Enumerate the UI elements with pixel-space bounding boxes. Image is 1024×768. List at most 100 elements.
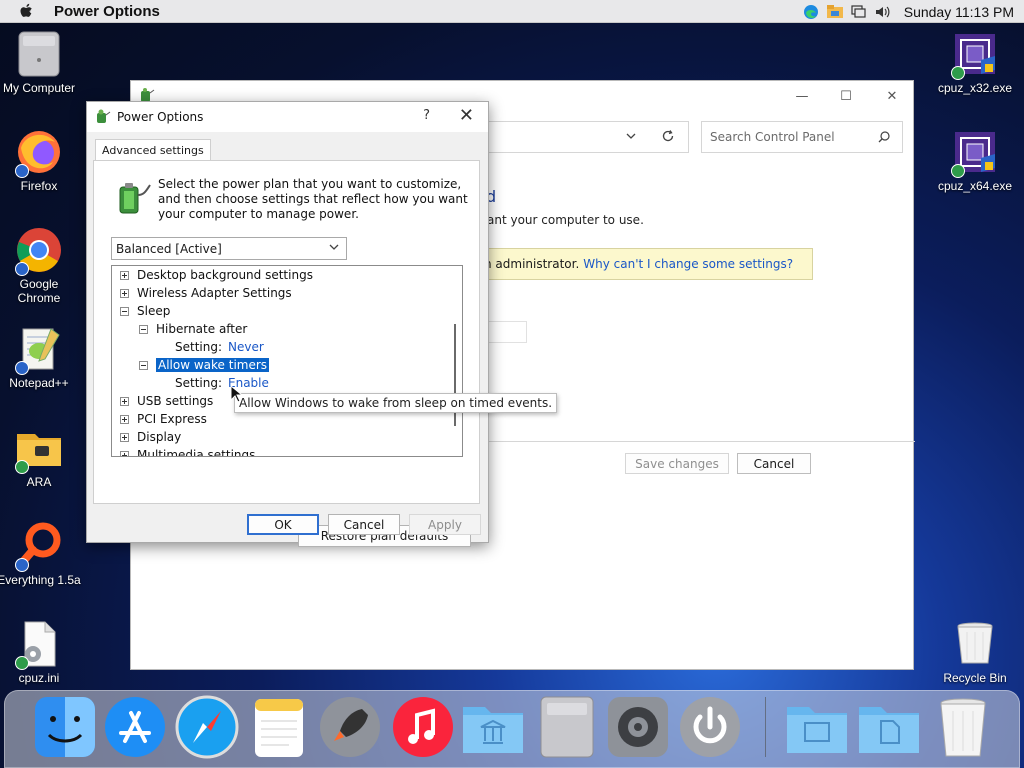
desktop-icon-label: Recycle Bin xyxy=(943,671,1007,685)
tree-item-label: Hibernate after xyxy=(156,322,248,336)
power-options-dialog: Power Options ? ✕ Advanced settings Sele… xyxy=(86,101,489,547)
music-icon[interactable] xyxy=(391,695,455,759)
tree-scrollbar[interactable] xyxy=(448,266,462,456)
power-plan-select[interactable]: Balanced [Active] xyxy=(111,237,347,260)
desktop-icon-firefox[interactable]: Firefox xyxy=(0,128,81,193)
intro-text: Select the power plan that you want to c… xyxy=(158,177,468,221)
close-button[interactable]: ✕ xyxy=(459,105,474,126)
ok-button[interactable]: OK xyxy=(247,514,319,535)
desktop-icon-label: Firefox xyxy=(20,179,58,193)
tab-advanced-settings[interactable]: Advanced settings xyxy=(95,139,211,161)
desktop-icon-google-chrome[interactable]: Google Chrome xyxy=(0,226,81,305)
launchpad-icon[interactable] xyxy=(318,695,382,759)
collapse-icon[interactable] xyxy=(139,360,148,370)
expand-icon[interactable] xyxy=(120,414,129,424)
menu-extras: Sunday 11:13 PM xyxy=(802,0,1014,23)
collapse-icon[interactable] xyxy=(139,324,148,334)
system-preferences-icon[interactable] xyxy=(606,695,670,759)
menubar-clock[interactable]: Sunday 11:13 PM xyxy=(904,4,1014,20)
hibernate-setting-value[interactable]: Never xyxy=(228,340,264,354)
notes-icon[interactable] xyxy=(247,695,311,759)
file-explorer-icon[interactable] xyxy=(826,4,844,20)
menu-bar: Power Options Sunday 11:13 PM xyxy=(0,0,1024,23)
tree-item-hibernate-after[interactable]: Hibernate after xyxy=(139,320,247,338)
address-bar[interactable] xyxy=(471,121,689,153)
tree-item-allow-wake-timers[interactable]: Allow wake timers xyxy=(139,356,270,374)
safari-icon[interactable] xyxy=(175,695,239,759)
app-store-icon[interactable] xyxy=(103,695,167,759)
refresh-icon[interactable] xyxy=(661,129,675,146)
tree-item-label: Sleep xyxy=(137,304,171,318)
shortcut-arrow-icon xyxy=(15,558,29,572)
dock-separator xyxy=(765,697,766,757)
apply-button[interactable]: Apply xyxy=(409,514,481,535)
desktop-icon-my-computer[interactable]: My Computer xyxy=(0,30,81,95)
finder-icon[interactable] xyxy=(33,695,97,759)
desktop-icon-everything[interactable]: Everything 1.5a xyxy=(0,522,81,587)
edge-icon[interactable] xyxy=(802,4,820,20)
chevron-down-icon[interactable] xyxy=(625,130,637,145)
expand-icon[interactable] xyxy=(120,432,129,442)
dock xyxy=(4,690,1020,768)
desktop-icon-cpuz-x64[interactable]: cpuz_x64.exe xyxy=(933,128,1017,193)
setting-label: Setting: xyxy=(175,340,223,354)
tree-item-display[interactable]: Display xyxy=(120,428,181,446)
desktop-icon-cpuz-x32[interactable]: cpuz_x32.exe xyxy=(933,30,1017,95)
power-options-icon xyxy=(95,108,111,127)
collapse-icon[interactable] xyxy=(120,306,129,316)
wake-timers-tooltip: Allow Windows to wake from sleep on time… xyxy=(234,393,558,413)
minimize-button[interactable]: — xyxy=(787,85,817,107)
desktop-icon-recycle-bin[interactable]: Recycle Bin xyxy=(933,620,1017,685)
info-text: n administrator. xyxy=(484,257,580,271)
documents-folder-icon[interactable] xyxy=(785,695,849,759)
desktop-icon-notepad-plus-plus[interactable]: Notepad++ xyxy=(0,325,81,390)
tree-item-sleep[interactable]: Sleep xyxy=(120,302,170,320)
dialog-titlebar: Power Options ? ✕ xyxy=(87,102,488,132)
mouse-pointer-icon xyxy=(230,384,244,406)
page-description: ant your computer to use. xyxy=(487,213,644,227)
network-icon[interactable] xyxy=(850,4,868,20)
desktop-icon-ara[interactable]: ARA xyxy=(0,424,81,489)
applications-folder-icon[interactable] xyxy=(461,695,525,759)
desktop-icon-cpuz-ini[interactable]: cpuz.ini xyxy=(0,620,81,685)
desktop-icon-label: ARA xyxy=(26,475,52,489)
tree-item-wireless-adapter[interactable]: Wireless Adapter Settings xyxy=(120,284,292,302)
volume-icon[interactable] xyxy=(874,4,892,20)
tree-item-label: Display xyxy=(137,430,182,444)
desktop-icon-label: Notepad++ xyxy=(9,376,69,390)
admin-info-bar: n administrator. Why can't I change some… xyxy=(471,248,813,280)
expand-icon[interactable] xyxy=(120,396,129,406)
power-icon[interactable] xyxy=(678,695,742,759)
help-button[interactable]: ? xyxy=(423,108,430,123)
tree-item-usb-settings[interactable]: USB settings xyxy=(120,392,213,410)
app-menu-title[interactable]: Power Options xyxy=(54,3,160,20)
expand-icon[interactable] xyxy=(120,450,129,456)
trash-icon[interactable] xyxy=(931,695,995,759)
tree-item-desktop-background[interactable]: Desktop background settings xyxy=(120,266,313,284)
downloads-folder-icon[interactable] xyxy=(857,695,921,759)
my-computer-icon[interactable] xyxy=(535,695,599,759)
apple-menu-icon[interactable] xyxy=(18,2,36,20)
hibernate-setting-row: Setting: Never xyxy=(175,338,264,356)
tree-item-pci-express[interactable]: PCI Express xyxy=(120,410,207,428)
search-control-panel-input[interactable]: Search Control Panel xyxy=(701,121,903,153)
save-changes-button[interactable]: Save changes xyxy=(625,453,729,474)
desktop-icon-label: cpuz.ini xyxy=(18,671,60,685)
desktop-icon-label: Google Chrome xyxy=(17,277,61,305)
settings-tree[interactable]: Desktop background settings Wireless Ada… xyxy=(111,265,463,457)
cancel-button[interactable]: Cancel xyxy=(328,514,400,535)
why-cant-change-link[interactable]: Why can't I change some settings? xyxy=(583,257,793,271)
expand-icon[interactable] xyxy=(120,288,129,298)
search-icon[interactable] xyxy=(878,131,890,146)
cancel-button[interactable]: Cancel xyxy=(737,453,811,474)
desktop-icon-label: Everything 1.5a xyxy=(0,573,81,587)
computer-tower-icon xyxy=(15,30,63,78)
maximize-button[interactable]: ☐ xyxy=(831,85,861,107)
tree-item-multimedia[interactable]: Multimedia settings xyxy=(120,446,255,456)
cpu-chip-icon xyxy=(951,30,999,80)
desktop-icon-label: cpuz_x32.exe xyxy=(937,81,1013,95)
tree-item-label: PCI Express xyxy=(137,412,207,426)
close-button[interactable]: ✕ xyxy=(877,85,907,107)
disabled-dropdown xyxy=(487,321,527,343)
expand-icon[interactable] xyxy=(120,270,129,280)
